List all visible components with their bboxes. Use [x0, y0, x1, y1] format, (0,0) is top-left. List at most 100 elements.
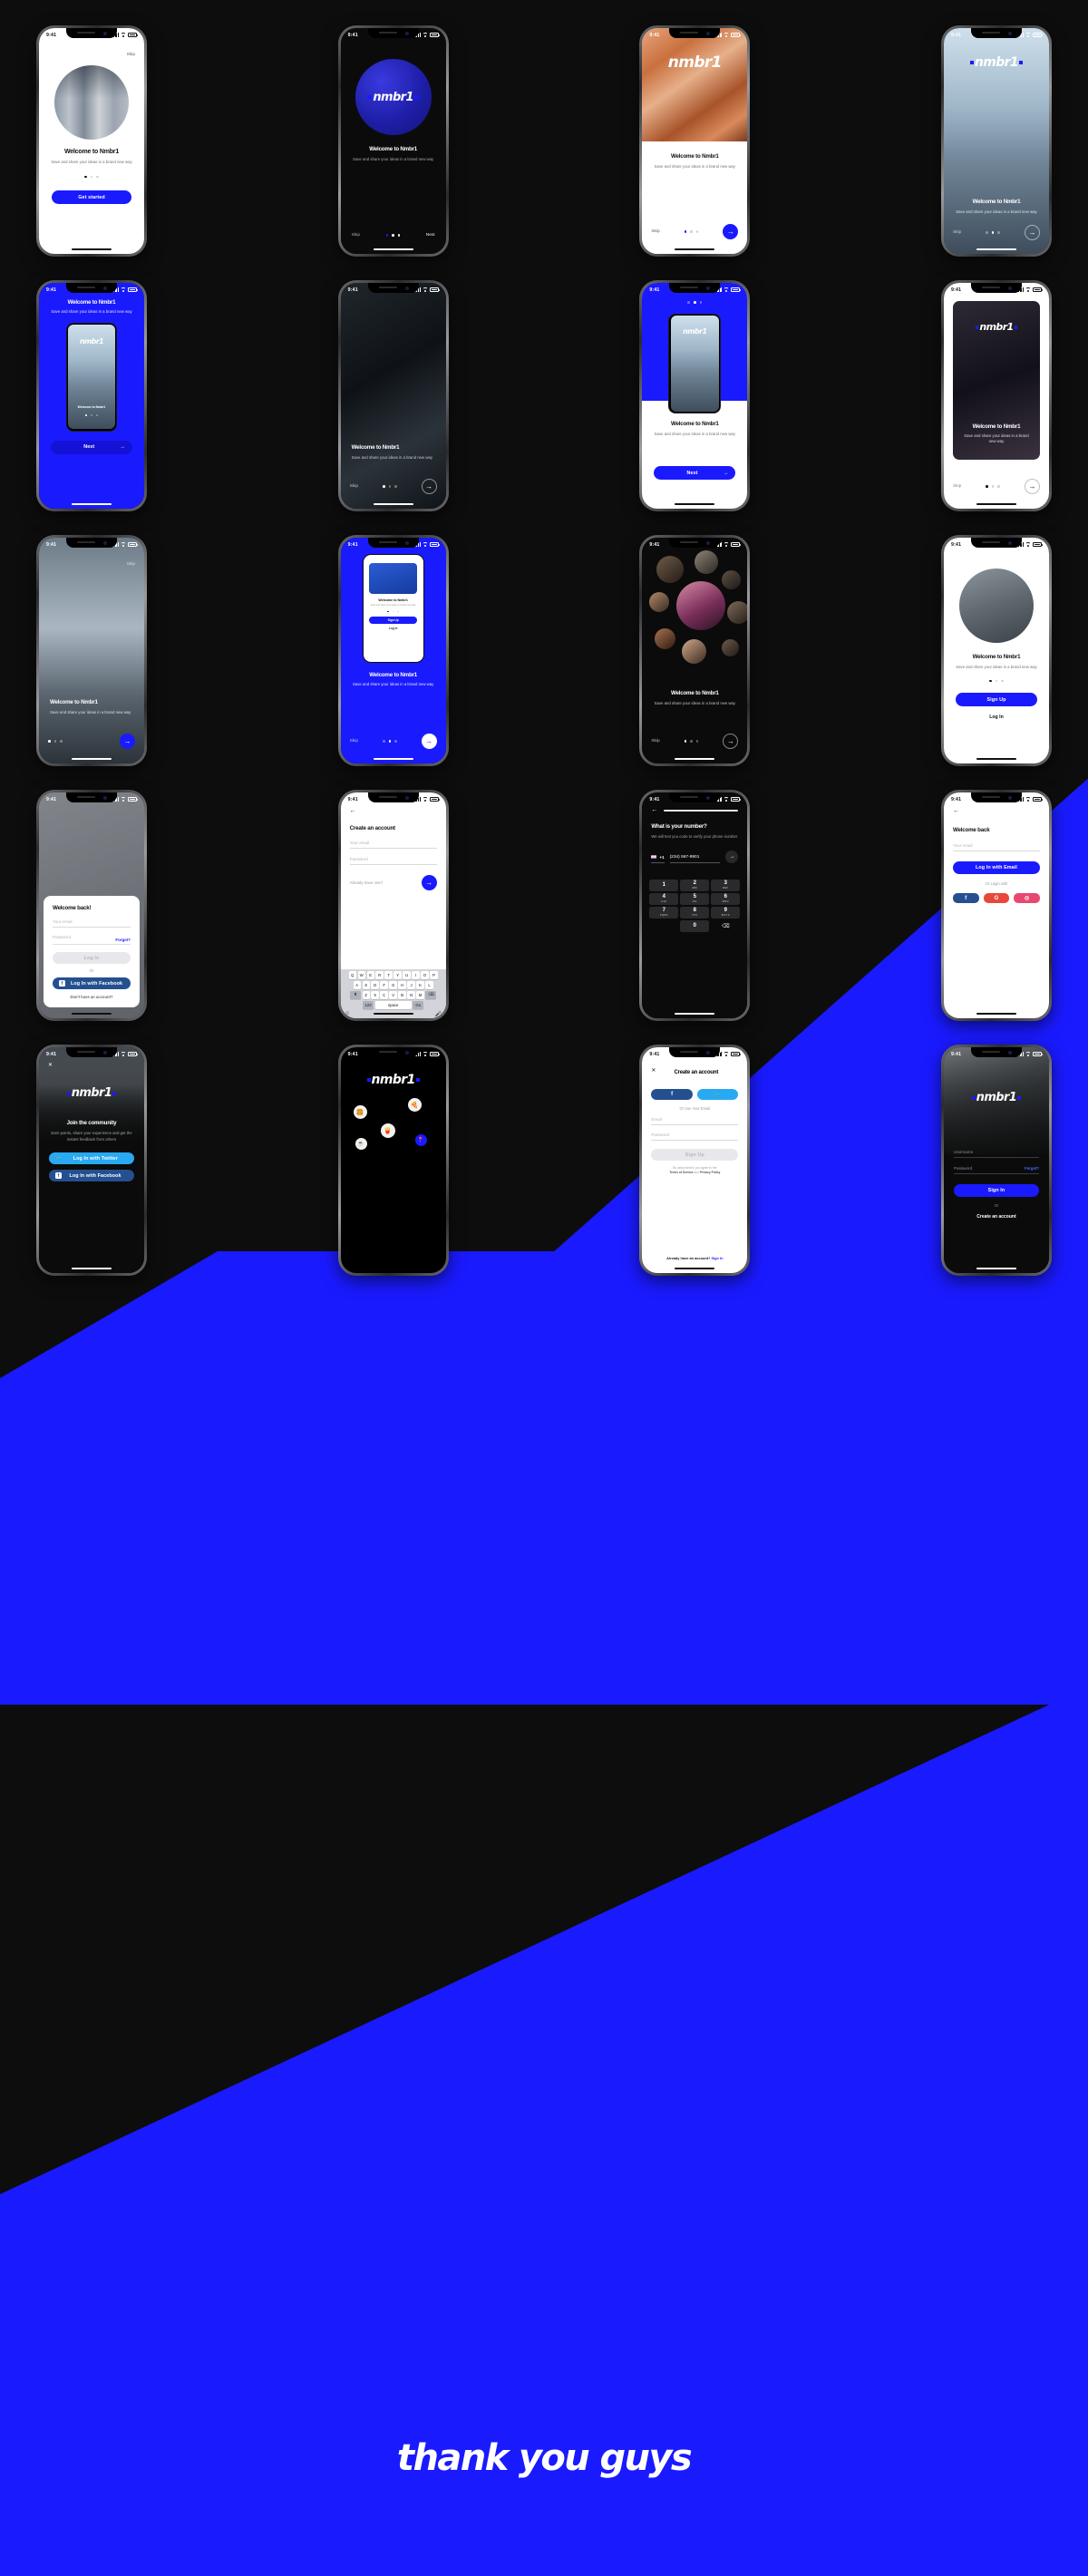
password-field[interactable]: Password: [651, 1132, 739, 1141]
page-dots[interactable]: [986, 485, 1001, 488]
shift-key[interactable]: ⬆: [349, 990, 361, 999]
key-a[interactable]: A: [353, 981, 361, 990]
key-i[interactable]: I: [412, 971, 420, 980]
country-code[interactable]: +1: [659, 855, 664, 860]
microphone-icon[interactable]: 🎤: [435, 1011, 442, 1017]
password-field[interactable]: Password: [53, 935, 115, 942]
facebook-icon[interactable]: f: [651, 1089, 693, 1100]
next-arrow-button[interactable]: →: [1024, 479, 1040, 494]
key-e[interactable]: E: [366, 971, 374, 980]
next-button[interactable]: Next: [426, 233, 435, 238]
keypad-7[interactable]: 7 PQRS: [649, 906, 679, 919]
key-p[interactable]: P: [430, 971, 438, 980]
keypad-3[interactable]: 3 DEF: [711, 879, 741, 891]
key-q[interactable]: Q: [348, 971, 356, 980]
get-started-button[interactable]: Get started: [52, 190, 131, 205]
next-arrow-button[interactable]: →: [421, 479, 437, 494]
sign-up-button[interactable]: Sign Up: [651, 1149, 739, 1161]
key-z[interactable]: Z: [362, 990, 370, 999]
map-pin-active-icon[interactable]: 📍: [414, 1134, 427, 1146]
already-have-one-label[interactable]: Already have one?: [350, 880, 384, 885]
username-field[interactable]: Username: [953, 1150, 1039, 1158]
map-pin-icon[interactable]: ☕: [355, 1138, 367, 1150]
page-dots[interactable]: [642, 301, 747, 304]
numeric-keypad[interactable]: 1 2 ABC 3 DEF 4 GHI 5 JKL 6 MNO 7 PQRS 8 TUV 9W…: [642, 879, 747, 932]
numbers-key[interactable]: 123: [363, 1000, 374, 1009]
key-o[interactable]: O: [421, 971, 429, 980]
skip-button[interactable]: Skip: [651, 229, 659, 234]
map-pin-icon[interactable]: 🍔: [353, 1105, 367, 1119]
log-in-link[interactable]: Log In: [956, 714, 1037, 720]
go-key[interactable]: Go: [413, 1000, 424, 1009]
sign-up-button[interactable]: Sign Up: [955, 693, 1037, 707]
close-button[interactable]: ✕: [651, 1067, 656, 1074]
key-b[interactable]: B: [398, 990, 406, 999]
next-arrow-button[interactable]: →: [723, 734, 739, 749]
password-field[interactable]: Password: [349, 857, 437, 865]
page-dots[interactable]: [986, 231, 1001, 234]
signup-prompt-link[interactable]: Don't have an account?: [53, 995, 131, 999]
key-w[interactable]: W: [357, 971, 365, 980]
twitter-icon[interactable]: 🐦: [696, 1089, 739, 1100]
instagram-icon[interactable]: ◎: [1014, 893, 1040, 903]
keypad-4[interactable]: 4 GHI: [649, 892, 679, 905]
key-n[interactable]: N: [407, 990, 415, 999]
page-dots[interactable]: [382, 740, 397, 743]
map-pin-icon[interactable]: 🍟: [380, 1123, 395, 1138]
create-account-link[interactable]: Create an account: [954, 1214, 1039, 1220]
next-button-row[interactable]: Next →: [654, 466, 736, 480]
sign-in-link[interactable]: Sign In: [711, 1256, 723, 1260]
space-key[interactable]: space: [374, 1000, 412, 1009]
key-v[interactable]: V: [389, 990, 397, 999]
page-dots[interactable]: [385, 234, 401, 237]
key-y[interactable]: Y: [393, 971, 402, 980]
key-r[interactable]: R: [375, 971, 384, 980]
key-t[interactable]: T: [384, 971, 393, 980]
next-arrow-button[interactable]: →: [421, 734, 437, 749]
submit-arrow-button[interactable]: →: [725, 850, 739, 863]
forgot-password-link[interactable]: Forgot?: [115, 938, 131, 942]
key-s[interactable]: S: [362, 981, 370, 990]
key-k[interactable]: K: [416, 981, 424, 990]
google-icon[interactable]: G: [983, 893, 1010, 903]
key-j[interactable]: J: [407, 981, 415, 990]
key-l[interactable]: L: [425, 981, 433, 990]
twitter-login-button[interactable]: 🐦 Log In with Twitter: [49, 1152, 134, 1165]
key-g[interactable]: G: [389, 981, 397, 990]
page-dots[interactable]: [684, 230, 699, 233]
page-dots[interactable]: [48, 740, 63, 743]
email-field[interactable]: Your email: [952, 843, 1040, 851]
next-arrow-button[interactable]: →: [1024, 225, 1040, 240]
key-m[interactable]: M: [416, 990, 424, 999]
map-pin-icon[interactable]: 🍕: [407, 1098, 422, 1112]
phone-number-input[interactable]: (234) 567-8901: [669, 855, 721, 863]
submit-arrow-button[interactable]: →: [421, 875, 437, 890]
keypad-9[interactable]: 9 WXYZ: [711, 906, 741, 919]
next-button-row[interactable]: Next →: [51, 440, 132, 454]
emoji-icon[interactable]: ☺: [345, 1011, 350, 1017]
keypad-1[interactable]: 1: [649, 879, 679, 891]
terms-of-service-link[interactable]: Terms of Service: [669, 1171, 693, 1174]
skip-button[interactable]: Skip: [953, 484, 961, 489]
email-field[interactable]: Your email: [349, 841, 437, 849]
next-arrow-button[interactable]: →: [723, 224, 739, 239]
key-x[interactable]: X: [371, 990, 379, 999]
key-f[interactable]: F: [380, 981, 388, 990]
keypad-6[interactable]: 6 MNO: [711, 892, 741, 905]
key-c[interactable]: C: [380, 990, 388, 999]
key-u[interactable]: U: [403, 971, 411, 980]
next-arrow-button[interactable]: →: [120, 734, 135, 749]
sign-in-button[interactable]: Sign In: [953, 1184, 1039, 1197]
log-in-email-button[interactable]: Log In with Email: [952, 861, 1040, 874]
skip-button[interactable]: Skip: [651, 739, 659, 744]
password-field[interactable]: Password: [954, 1166, 972, 1171]
skip-button[interactable]: Skip: [127, 562, 135, 567]
facebook-login-button[interactable]: f Log In with Facebook: [53, 977, 131, 989]
key-d[interactable]: D: [371, 981, 379, 990]
skip-button[interactable]: Skip: [352, 233, 360, 238]
skip-button[interactable]: Skip: [953, 230, 961, 235]
keypad-0[interactable]: 0: [680, 919, 710, 932]
keypad-backspace-icon[interactable]: ⌫: [711, 920, 740, 932]
keypad-5[interactable]: 5 JKL: [680, 892, 710, 905]
email-field[interactable]: Your email: [53, 919, 131, 928]
